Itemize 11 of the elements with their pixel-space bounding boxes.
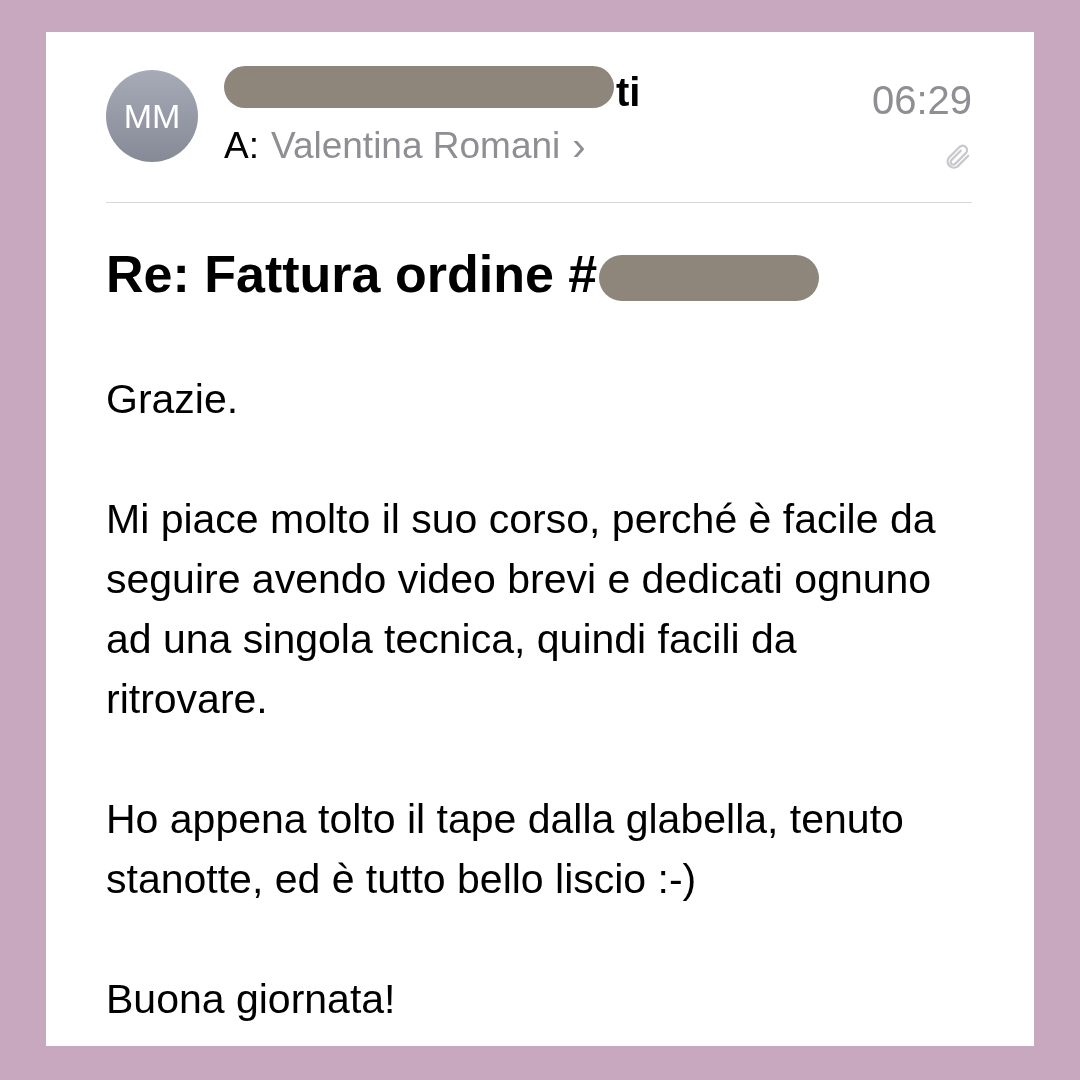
chevron-icon: › — [572, 125, 586, 166]
body-paragraph: Grazie. — [106, 375, 240, 424]
body-paragraph: Mi piace molto il suo corso, perché è facile da seguire avendo video brevi e dedicati ognuno ad una singola tecnica, quindi facili da ritrovare. — [106, 495, 937, 724]
time-label: 06:29 — [871, 77, 972, 124]
body-paragraph: Buona giornata! — [106, 975, 397, 1024]
recipient-label: A: — [224, 124, 259, 168]
email-subject: Re: Fattura ordine # — [106, 244, 598, 305]
avatar: MM — [106, 70, 198, 162]
sender-name: ti — [616, 69, 641, 116]
body-paragraph: Ho appena tolto il tape dalla glabella, tenuto stanotte, ed è tutto bello liscio :-) — [106, 795, 905, 904]
recipient-name[interactable]: Valentina Romani — [270, 118, 561, 174]
